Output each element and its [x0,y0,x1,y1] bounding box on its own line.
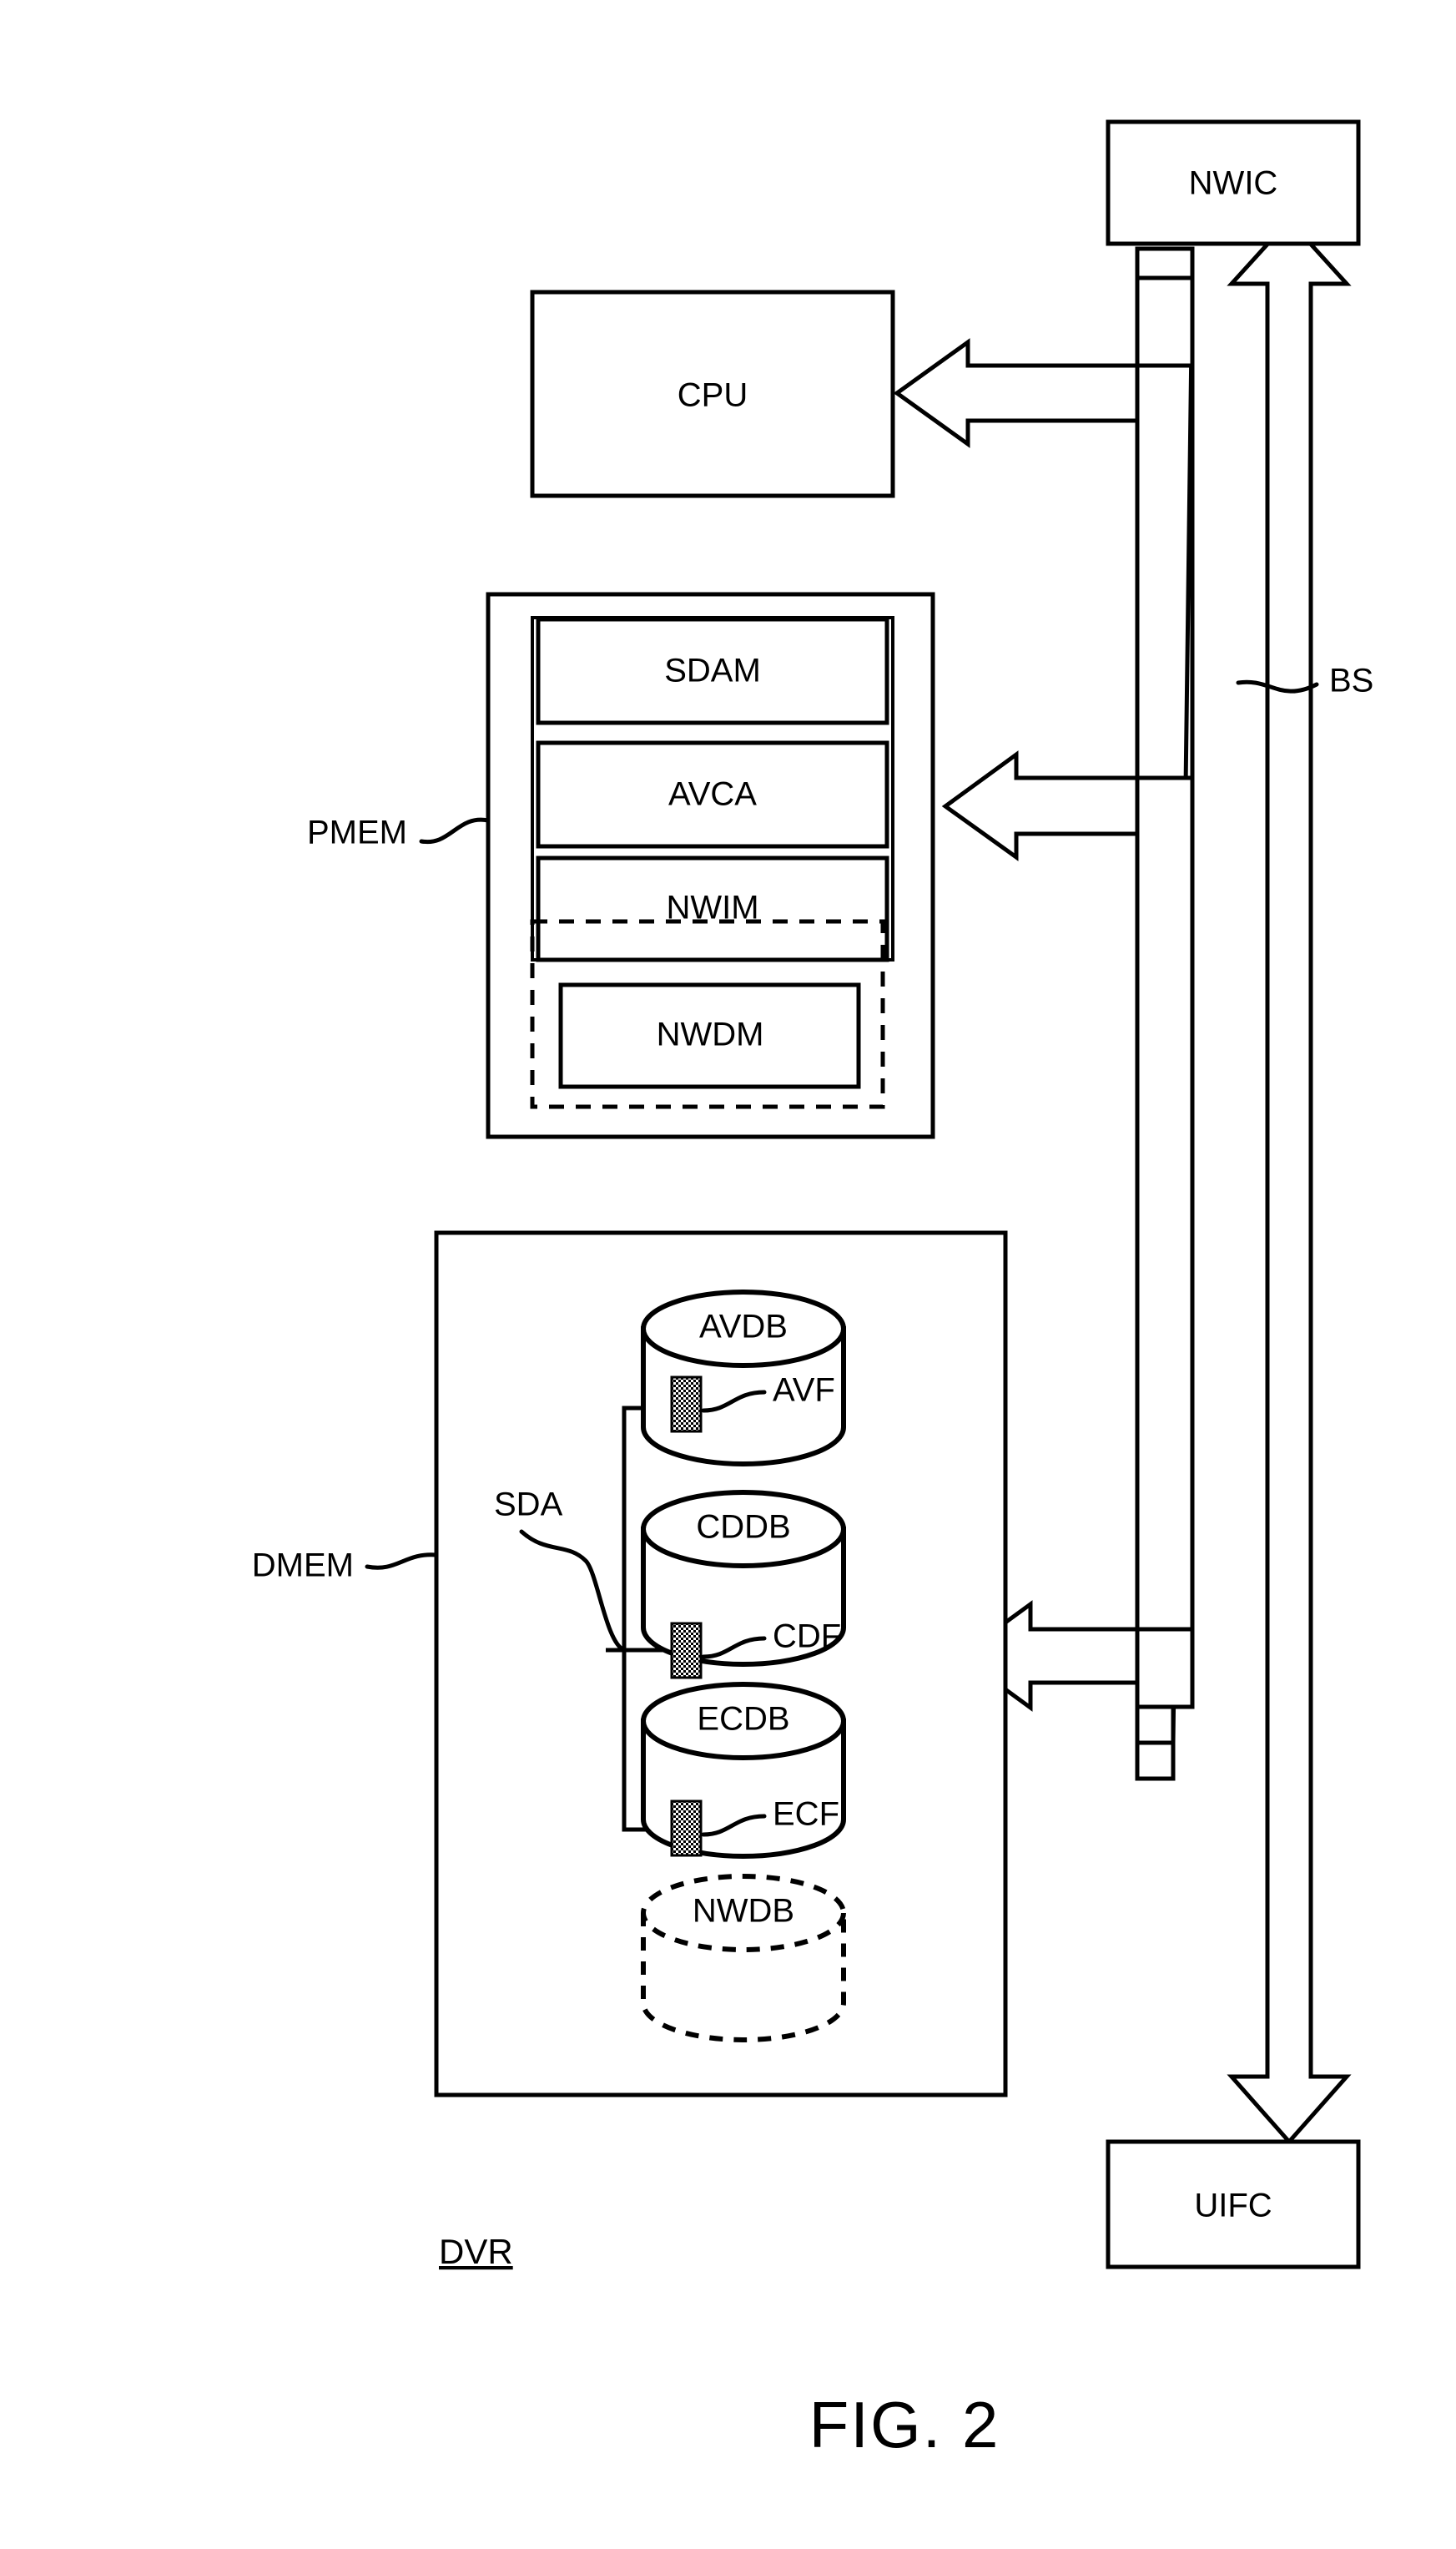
figure-caption: FIG. 2 [809,2388,1000,2461]
dmem-leader-line [365,1552,439,1570]
db-cylinder-avdb[interactable]: AVDB AVF [641,1290,846,1466]
uifc-label: UIFC [1194,2188,1272,2224]
pmem-module-nwdm[interactable]: NWDM [558,982,861,1089]
cddb-file-marker [670,1622,703,1679]
sdam-label: SDAM [664,653,761,689]
nwic-block[interactable]: NWIC [1106,119,1361,246]
pmem-module-avca[interactable]: AVCA [536,740,889,849]
db-cylinder-cddb[interactable]: CDDB CDF [641,1490,846,1679]
bus-trunk-right [1227,217,1352,2145]
pmem-leader-line [419,817,491,845]
figure-canvas: NWIC CPU UIFC SDAM AVCA NWIM NWDM PMEM A… [0,0,1456,2549]
ecdb-label: ECDB [697,1701,789,1738]
cpu-block[interactable]: CPU [530,290,895,498]
db-cylinder-ecdb[interactable]: ECDB ECF [641,1682,846,1859]
pmem-container: SDAM AVCA NWIM NWDM [486,592,935,1139]
pmem-label: PMEM [307,815,407,851]
dvr-label: DVR [439,2232,513,2271]
ecdb-file-label: ECF [773,1796,839,1833]
nwdb-label: NWDB [693,1893,794,1930]
avdb-file-label: AVF [773,1372,835,1409]
sda-label: SDA [494,1486,563,1523]
uifc-block[interactable]: UIFC [1106,2139,1361,2269]
nwdm-label: NWDM [657,1017,764,1053]
bus-label: BS [1329,663,1373,699]
ecdb-file-marker [670,1799,703,1857]
avdb-file-marker [670,1375,703,1433]
avca-label: AVCA [668,776,757,813]
pmem-callout: PMEM [307,815,491,851]
pmem-module-sdam[interactable]: SDAM [536,617,889,725]
dvr-callout: DVR [439,2232,513,2271]
dmem-callout: DMEM [252,1547,439,1584]
pmem-module-nwim[interactable]: NWIM [536,856,889,962]
nwic-label: NWIC [1189,165,1278,202]
cddb-label: CDDB [696,1509,790,1546]
dmem-container: AVDB AVF CDDB CDF ECDB ECF NWDB [434,1230,1008,2097]
cddb-file-label: CDF [773,1618,841,1655]
patent-figure-diagram: NWIC CPU UIFC SDAM AVCA NWIM NWDM PMEM A… [252,119,1373,2461]
cpu-label: CPU [678,377,748,414]
avdb-label: AVDB [699,1309,788,1345]
dmem-label: DMEM [252,1547,354,1584]
figure-caption-group: FIG. 2 [809,2388,1000,2461]
